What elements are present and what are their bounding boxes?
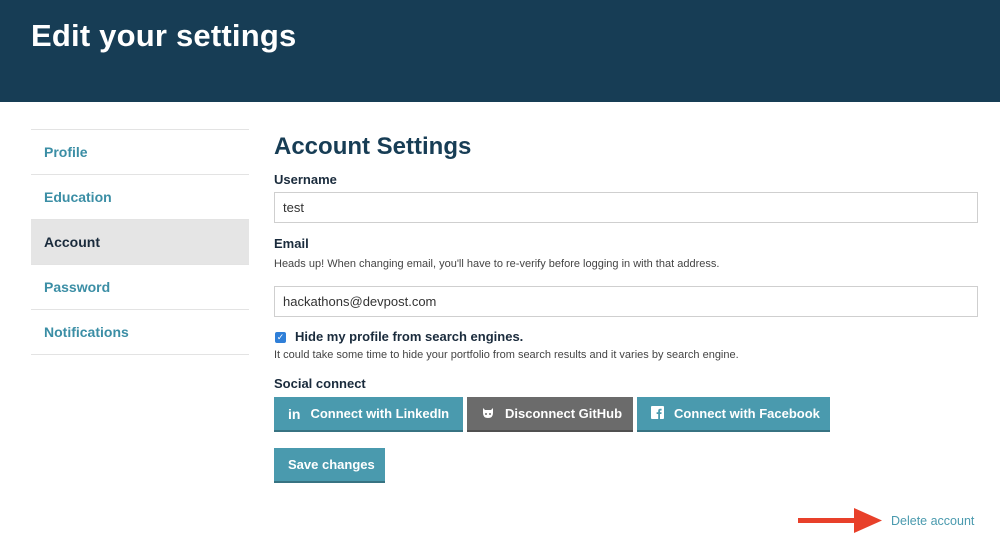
connect-facebook-button[interactable]: Connect with Facebook <box>637 397 830 432</box>
hide-profile-hint: It could take some time to hide your por… <box>274 349 739 361</box>
email-hint: Heads up! When changing email, you'll ha… <box>274 258 720 270</box>
email-label: Email <box>274 236 309 251</box>
checkmark-icon: ✓ <box>276 332 285 342</box>
delete-account-link[interactable]: Delete account <box>891 514 974 528</box>
sidebar-item-profile[interactable]: Profile <box>31 130 249 175</box>
hide-profile-label[interactable]: Hide my profile from search engines. <box>295 329 523 344</box>
page-title: Edit your settings <box>31 18 297 53</box>
save-changes-button[interactable]: Save changes <box>274 448 385 483</box>
settings-sidebar: Profile Education Account Password Notif… <box>31 129 249 355</box>
connect-linkedin-button[interactable]: in Connect with LinkedIn <box>274 397 463 432</box>
sidebar-item-account[interactable]: Account <box>31 220 249 265</box>
sidebar-item-password[interactable]: Password <box>31 265 249 310</box>
email-input[interactable] <box>274 286 978 317</box>
username-input[interactable] <box>274 192 978 223</box>
social-connect-label: Social connect <box>274 376 366 391</box>
hide-profile-checkbox[interactable]: ✓ <box>275 332 286 343</box>
sidebar-item-education[interactable]: Education <box>31 175 249 220</box>
section-title: Account Settings <box>274 133 472 160</box>
sidebar-item-notifications[interactable]: Notifications <box>31 310 249 355</box>
github-icon <box>481 406 495 422</box>
connect-facebook-label: Connect with Facebook <box>674 406 820 421</box>
connect-linkedin-label: Connect with LinkedIn <box>310 406 450 421</box>
page-header: Edit your settings <box>0 0 1000 102</box>
arrow-right-icon <box>798 508 882 533</box>
linkedin-icon: in <box>288 405 301 422</box>
facebook-icon <box>651 405 664 422</box>
username-label: Username <box>274 172 337 187</box>
disconnect-github-button[interactable]: Disconnect GitHub <box>467 397 633 432</box>
disconnect-github-label: Disconnect GitHub <box>505 406 623 421</box>
